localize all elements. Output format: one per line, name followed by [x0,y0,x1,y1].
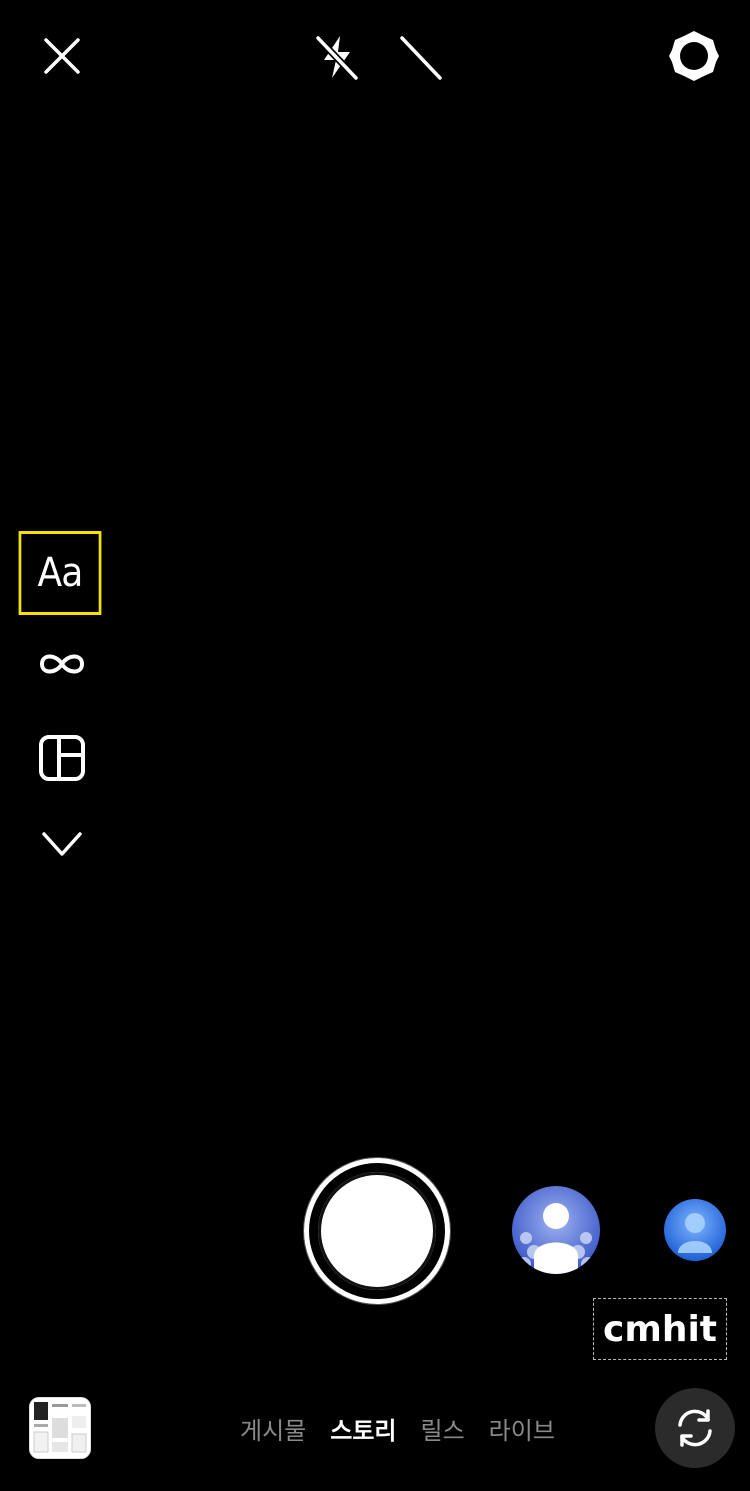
flip-camera-button[interactable] [655,1388,735,1468]
gallery-preview-icon [30,1398,90,1458]
tab-story[interactable]: 스토리 [330,1411,396,1446]
layout-button[interactable] [37,733,87,783]
boomerang-button[interactable] [34,644,90,684]
text-mode-button[interactable]: Aa [18,531,102,615]
night-mode-button[interactable] [394,30,448,84]
tab-post[interactable]: 게시물 [240,1411,306,1446]
camera-mode-tabs: 게시물 스토리 릴스 라이브 [240,1408,555,1448]
night-mode-off-icon [398,34,444,82]
crowd-silhouette-icon [512,1186,600,1274]
effect-crowd-silhouette[interactable] [512,1186,600,1274]
layout-grid-icon [39,735,85,781]
text-mode-label: Aa [37,550,84,596]
chevron-down-icon [42,832,82,856]
flip-camera-icon [678,1409,712,1447]
flash-toggle-button[interactable] [310,30,364,84]
more-tools-button[interactable] [38,826,86,862]
flash-off-icon [314,34,360,82]
gear-icon [669,31,719,81]
infinity-icon [39,654,85,674]
close-button[interactable] [38,32,86,80]
settings-button[interactable] [666,28,722,84]
gallery-thumbnail[interactable] [29,1397,91,1459]
shutter-button[interactable] [318,1172,436,1290]
close-icon [44,38,80,74]
tab-live[interactable]: 라이브 [489,1411,555,1446]
tab-reels[interactable]: 릴스 [421,1411,465,1446]
effect-blue-avatar[interactable] [664,1199,726,1261]
filter-name-label: cmhit [593,1298,727,1360]
blue-avatar-icon [664,1199,726,1261]
